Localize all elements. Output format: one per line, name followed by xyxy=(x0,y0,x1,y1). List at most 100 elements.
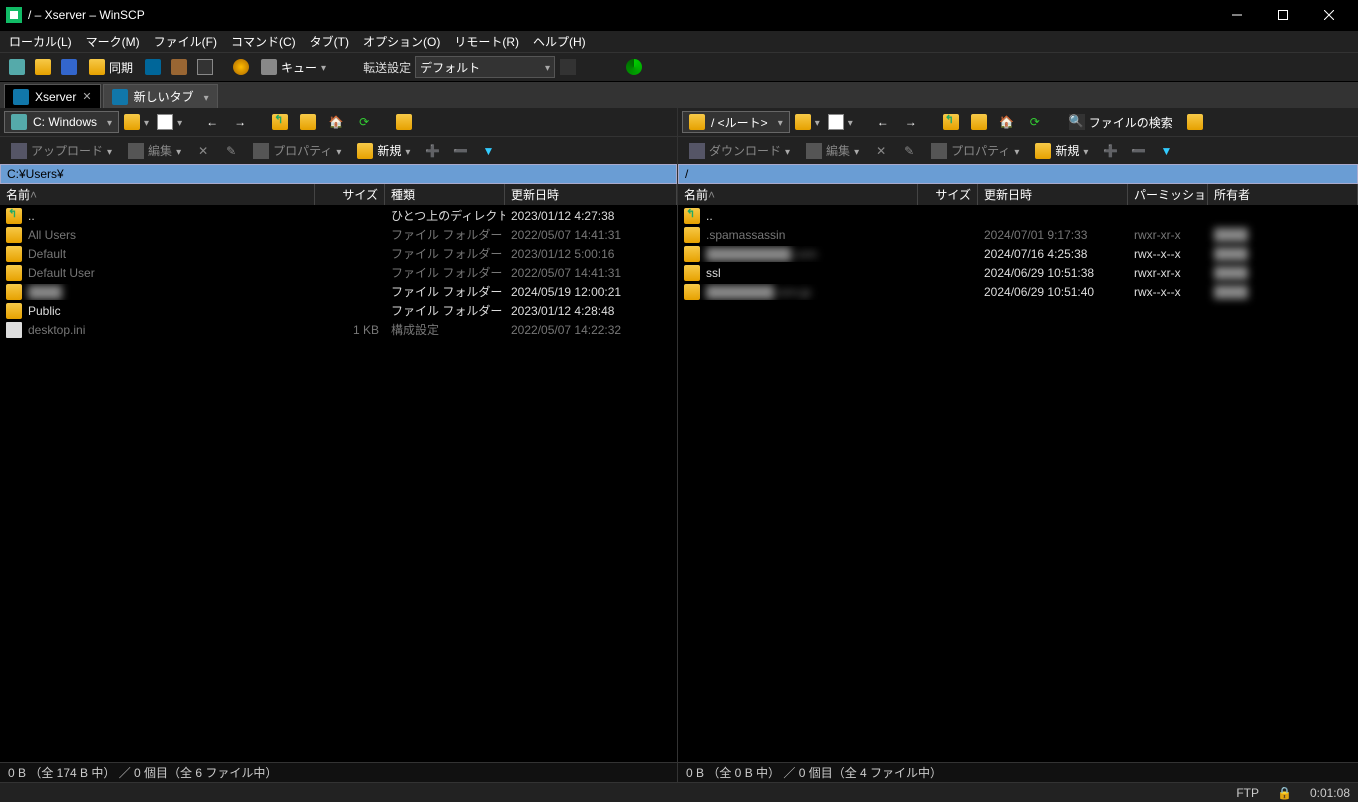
list-item[interactable]: .spamassassin2024/07/01 9:17:33rwxr-xr-x… xyxy=(678,225,1358,244)
local-root-icon[interactable] xyxy=(296,110,320,134)
list-item[interactable]: ██████████.com2024/07/16 4:25:38rwx--x--… xyxy=(678,244,1358,263)
menu-remote[interactable]: リモート(R) xyxy=(447,31,526,52)
remote-filter-icon[interactable] xyxy=(826,110,855,134)
menu-local[interactable]: ローカル(L) xyxy=(2,31,79,52)
minimize-button[interactable] xyxy=(1214,0,1260,30)
remote-back-icon[interactable]: ← xyxy=(871,110,895,134)
list-item[interactable]: ████ファイル フォルダー2024/05/19 12:00:21 xyxy=(0,282,677,301)
local-home-icon[interactable]: 🏠 xyxy=(324,110,348,134)
local-col-size[interactable]: サイズ xyxy=(315,184,385,205)
list-item[interactable]: Defaultファイル フォルダー2023/01/12 5:00:16 xyxy=(0,244,677,263)
sync-button[interactable]: 同期 xyxy=(83,55,139,79)
remote-open-icon[interactable] xyxy=(793,110,822,134)
local-file-list[interactable]: ..ひとつ上のディレクトリ2023/01/12 4:27:38All Users… xyxy=(0,206,677,762)
remote-new-button[interactable]: 新規 xyxy=(1029,139,1094,163)
list-item[interactable]: ssl2024/06/29 10:51:38rwxr-xr-x████ xyxy=(678,263,1358,282)
local-bookmarks-icon[interactable] xyxy=(392,110,416,134)
menu-tab[interactable]: タブ(T) xyxy=(303,31,356,52)
keep-updated-icon[interactable] xyxy=(167,55,191,79)
sites-icon[interactable] xyxy=(31,55,55,79)
list-item[interactable]: ..ひとつ上のディレクトリ2023/01/12 4:27:38 xyxy=(0,206,677,225)
remote-check-icon[interactable]: ▼ xyxy=(1154,139,1178,163)
terminal-icon[interactable] xyxy=(193,55,217,79)
list-item[interactable]: ████████.xsrv.jp2024/06/29 10:51:40rwx--… xyxy=(678,282,1358,301)
title-bar: / – Xserver – WinSCP xyxy=(0,0,1358,30)
window-title: / – Xserver – WinSCP xyxy=(28,8,145,22)
local-drive-combo[interactable]: C: Windows xyxy=(4,111,119,133)
list-item[interactable]: Default Userファイル フォルダー2022/05/07 14:41:3… xyxy=(0,263,677,282)
list-item[interactable]: Publicファイル フォルダー2023/01/12 4:28:48 xyxy=(0,301,677,320)
remote-home-icon[interactable]: 🏠 xyxy=(995,110,1019,134)
maximize-button[interactable] xyxy=(1260,0,1306,30)
remote-path-bar[interactable]: / xyxy=(678,164,1358,184)
local-refresh-icon[interactable]: ⟳ xyxy=(352,110,376,134)
local-footer: 0 B （全 174 B 中） ／ 0 個目（全 6 ファイル中） xyxy=(0,762,677,782)
find-files-button[interactable]: 🔍ファイルの検索 xyxy=(1063,110,1179,134)
remote-plus-icon[interactable]: ➕ xyxy=(1098,139,1122,163)
list-item[interactable]: All Usersファイル フォルダー2022/05/07 14:41:31 xyxy=(0,225,677,244)
local-col-modified[interactable]: 更新日時 xyxy=(505,184,677,205)
menu-help[interactable]: ヘルプ(H) xyxy=(526,31,593,52)
menu-mark[interactable]: マーク(M) xyxy=(79,31,147,52)
local-pane: C: Windows ← → 🏠 ⟳ アップロード 編集 ✕ ✎ プロパティ 新… xyxy=(0,108,678,782)
remote-col-name[interactable]: 名前 xyxy=(678,184,918,205)
close-button[interactable] xyxy=(1306,0,1352,30)
preferences-icon[interactable] xyxy=(229,55,253,79)
remote-root-icon[interactable] xyxy=(967,110,991,134)
remote-delete-icon[interactable]: ✕ xyxy=(869,139,893,163)
close-tab-icon[interactable]: ✕ xyxy=(82,90,91,103)
app-icon xyxy=(6,7,22,23)
local-col-name[interactable]: 名前 xyxy=(0,184,315,205)
local-rename-icon[interactable]: ✎ xyxy=(219,139,243,163)
remote-minus-icon[interactable]: ➖ xyxy=(1126,139,1150,163)
local-plus-icon[interactable]: ➕ xyxy=(420,139,444,163)
toggle-sync-browse-icon[interactable] xyxy=(141,55,165,79)
remote-properties-button[interactable]: プロパティ xyxy=(925,139,1025,163)
local-forward-icon[interactable]: → xyxy=(228,110,252,134)
panes: C: Windows ← → 🏠 ⟳ アップロード 編集 ✕ ✎ プロパティ 新… xyxy=(0,108,1358,782)
local-delete-icon[interactable]: ✕ xyxy=(191,139,215,163)
reconnect-icon[interactable] xyxy=(622,55,646,79)
remote-footer: 0 B （全 0 B 中） ／ 0 個目（全 4 ファイル中） xyxy=(678,762,1358,782)
remote-col-modified[interactable]: 更新日時 xyxy=(978,184,1128,205)
remote-refresh-icon[interactable]: ⟳ xyxy=(1023,110,1047,134)
list-item[interactable]: desktop.ini1 KB構成設定2022/05/07 14:22:32 xyxy=(0,320,677,339)
local-properties-button[interactable]: プロパティ xyxy=(247,139,347,163)
local-check-icon[interactable]: ▼ xyxy=(476,139,500,163)
remote-col-perm[interactable]: パーミッション xyxy=(1128,184,1208,205)
remote-col-owner[interactable]: 所有者 xyxy=(1208,184,1358,205)
compare-icon[interactable] xyxy=(57,55,81,79)
remote-up-icon[interactable] xyxy=(939,110,963,134)
local-new-button[interactable]: 新規 xyxy=(351,139,416,163)
new-tab-button[interactable]: 新しいタブ xyxy=(103,84,218,108)
local-open-icon[interactable] xyxy=(122,110,151,134)
local-edit-button[interactable]: 編集 xyxy=(122,139,187,163)
local-path-bar[interactable]: C:¥Users¥ xyxy=(0,164,677,184)
local-col-type[interactable]: 種類 xyxy=(385,184,505,205)
menu-option[interactable]: オプション(O) xyxy=(356,31,447,52)
upload-button[interactable]: アップロード xyxy=(5,139,118,163)
menu-file[interactable]: ファイル(F) xyxy=(147,31,224,52)
local-up-icon[interactable] xyxy=(268,110,292,134)
remote-forward-icon[interactable]: → xyxy=(899,110,923,134)
queue-button[interactable]: キュー xyxy=(255,55,332,79)
remote-file-list[interactable]: ...spamassassin2024/07/01 9:17:33rwxr-xr… xyxy=(678,206,1358,762)
remote-action-toolbar: ダウンロード 編集 ✕ ✎ プロパティ 新規 ➕ ➖ ▼ xyxy=(678,136,1358,164)
transfer-settings-icon[interactable] xyxy=(556,55,580,79)
main-toolbar: 同期 キュー 転送設定 デフォルト xyxy=(0,52,1358,82)
remote-col-size[interactable]: サイズ xyxy=(918,184,978,205)
local-back-icon[interactable]: ← xyxy=(200,110,224,134)
remote-pane: / <ルート> ← → 🏠 ⟳ 🔍ファイルの検索 ダウンロード 編集 ✕ ✎ プ… xyxy=(678,108,1358,782)
remote-bookmarks-icon[interactable] xyxy=(1183,110,1207,134)
local-filter-icon[interactable] xyxy=(155,110,184,134)
local-minus-icon[interactable]: ➖ xyxy=(448,139,472,163)
menu-command[interactable]: コマンド(C) xyxy=(224,31,303,52)
remote-edit-button[interactable]: 編集 xyxy=(800,139,865,163)
session-tab-xserver[interactable]: Xserver ✕ xyxy=(4,84,101,108)
new-session-icon[interactable] xyxy=(5,55,29,79)
list-item[interactable]: .. xyxy=(678,206,1358,225)
remote-rename-icon[interactable]: ✎ xyxy=(897,139,921,163)
remote-drive-combo[interactable]: / <ルート> xyxy=(682,111,790,133)
download-button[interactable]: ダウンロード xyxy=(683,139,796,163)
transfer-preset-combo[interactable]: デフォルト xyxy=(415,56,555,78)
